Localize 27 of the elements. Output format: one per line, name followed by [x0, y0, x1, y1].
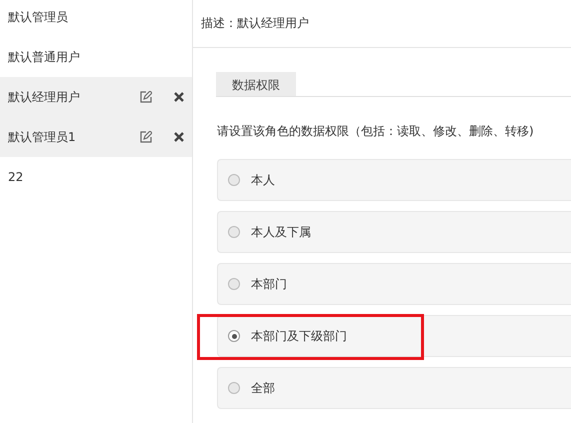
permission-option[interactable]: 本部门	[217, 263, 571, 305]
role-item[interactable]: 22	[0, 157, 192, 197]
permission-option[interactable]: 本部门及下级部门	[217, 315, 571, 357]
edit-icon[interactable]	[140, 91, 152, 103]
radio-button[interactable]	[228, 382, 240, 394]
permission-option[interactable]: 本人及下属	[217, 211, 571, 253]
option-label: 本部门	[251, 276, 287, 292]
instruction-text: 请设置该角色的数据权限（包括：读取、修改、删除、转移)	[217, 123, 535, 140]
option-label: 全部	[251, 380, 275, 396]
close-icon[interactable]	[174, 132, 184, 142]
permission-option[interactable]: 全部	[217, 367, 571, 409]
close-icon[interactable]	[174, 92, 184, 102]
role-item[interactable]: 默认管理员1	[0, 117, 192, 157]
option-label: 本人及下属	[251, 224, 311, 240]
permission-option[interactable]: 本人	[217, 159, 571, 201]
radio-button[interactable]	[228, 330, 240, 342]
role-item[interactable]: 默认经理用户	[0, 77, 192, 117]
tab[interactable]: 数据权限	[216, 72, 296, 96]
radio-button[interactable]	[228, 174, 240, 186]
description-text: 描述：默认经理用户	[201, 15, 309, 32]
role-item[interactable]: 默认普通用户	[0, 37, 192, 77]
option-label: 本部门及下级部门	[251, 328, 347, 344]
radio-button[interactable]	[228, 278, 240, 290]
radio-button[interactable]	[228, 226, 240, 238]
edit-icon[interactable]	[140, 131, 152, 143]
role-item[interactable]: 默认管理员	[0, 0, 192, 37]
option-label: 本人	[251, 172, 275, 188]
